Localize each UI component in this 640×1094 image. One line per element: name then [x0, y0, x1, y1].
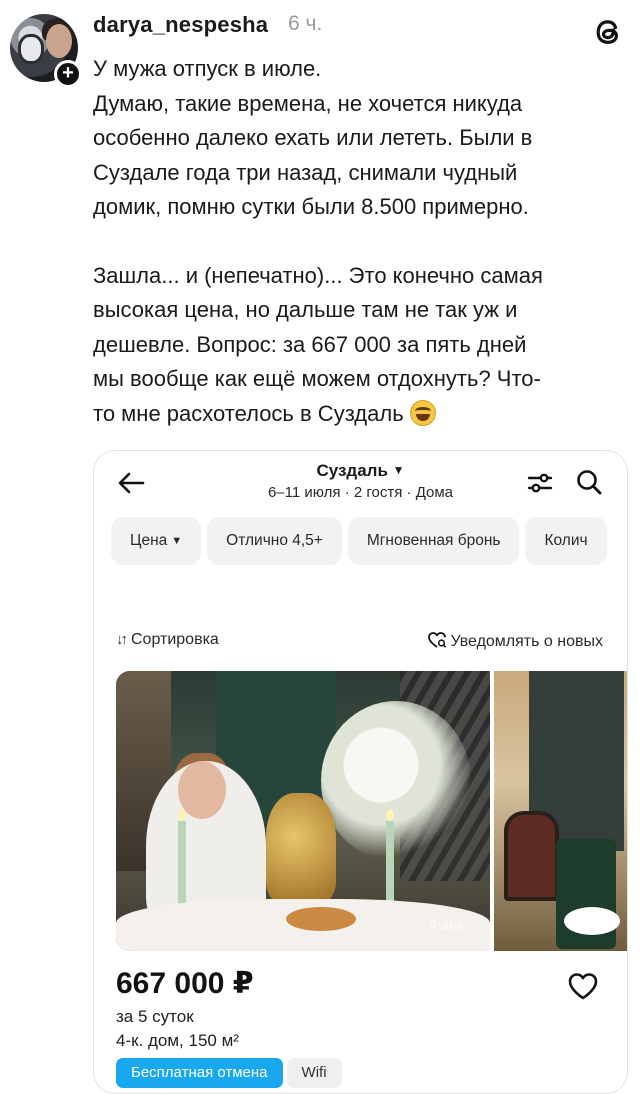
sort-label: Сортировка — [131, 631, 219, 648]
post-line: домик, помню сутки были 8.500 примерно. — [93, 194, 529, 219]
listing-price[interactable]: 667 000 ₽ — [116, 966, 254, 1001]
heart-search-icon — [428, 632, 447, 648]
chevron-down-icon: ▼ — [392, 463, 405, 477]
location-name: Суздаль — [316, 461, 388, 480]
avatar-face — [46, 24, 72, 58]
filter-chips: Цена ▼ Отлично 4,5+ Мгновенная бронь Колич — [111, 517, 627, 567]
listing-photo-second[interactable] — [494, 671, 627, 951]
listing-period: за 5 суток — [116, 1007, 194, 1026]
chevron-down-icon: ▼ — [171, 535, 183, 547]
post-line: Суздале года три назад, снимали чудный — [93, 159, 518, 185]
post-line: У мужа отпуск в июле. — [93, 56, 322, 81]
badge-free-cancellation: Бесплатная отмена — [116, 1058, 283, 1088]
filter-icon[interactable] — [526, 470, 554, 496]
post-line: Зашла... и (непечатно)... Это конечно са… — [93, 262, 543, 288]
post-time: 6 ч. — [288, 12, 323, 35]
post-line: дешевле. Вопрос: за 667 000 за пять дней — [93, 331, 527, 357]
threads-icon[interactable] — [590, 14, 626, 50]
post-line: Думаю, такие времена, не хочется никуда — [93, 90, 523, 116]
post-line: то мне расхотелось в Суздаль — [93, 400, 404, 426]
chip-rooms[interactable]: Колич — [525, 517, 607, 565]
listing-details: 4-к. дом, 150 м² — [116, 1031, 239, 1050]
sort-arrows-icon: ↓↑ — [116, 631, 128, 648]
post-line: особенно далеко ехать или лететь. Были в — [93, 125, 533, 150]
listing-badges: Бесплатная отмена Wifi — [116, 1058, 346, 1088]
favorite-heart-icon[interactable] — [567, 971, 599, 1001]
post-line-last: то мне расхотелось в Суздаль — [93, 397, 623, 432]
sort-button[interactable]: ↓↑ Сортировка — [116, 631, 219, 649]
chip-label: Цена — [130, 532, 168, 549]
listing-photo-main[interactable]: Avito — [116, 671, 490, 951]
post-body: У мужа отпуск в июле. Думаю, такие време… — [93, 52, 623, 431]
follow-plus-icon[interactable]: + — [54, 60, 82, 88]
chip-instant-booking[interactable]: Мгновенная бронь — [347, 517, 520, 565]
badge-wifi: Wifi — [286, 1058, 342, 1088]
notify-label: Уведомлять о новых — [450, 633, 603, 650]
search-icon[interactable] — [574, 467, 604, 497]
post-username[interactable]: darya_nespesha — [93, 12, 268, 38]
laughing-emoji-icon — [409, 399, 436, 426]
post-line: высокая цена, но дальше там не так уж и — [93, 297, 518, 322]
chip-price[interactable]: Цена ▼ — [111, 517, 202, 565]
attached-screenshot[interactable]: Суздаль ▼ 6–11 июля · 2 гостя · Дома Цен… — [93, 450, 628, 1094]
chip-rating[interactable]: Отлично 4,5+ — [207, 517, 342, 565]
post-line: мы вообще как ещё можем отдохнуть? Что- — [93, 366, 541, 391]
notify-button[interactable]: Уведомлять о новых — [427, 631, 603, 651]
avatar-dog — [18, 34, 44, 64]
avito-watermark: Avito — [428, 917, 463, 933]
